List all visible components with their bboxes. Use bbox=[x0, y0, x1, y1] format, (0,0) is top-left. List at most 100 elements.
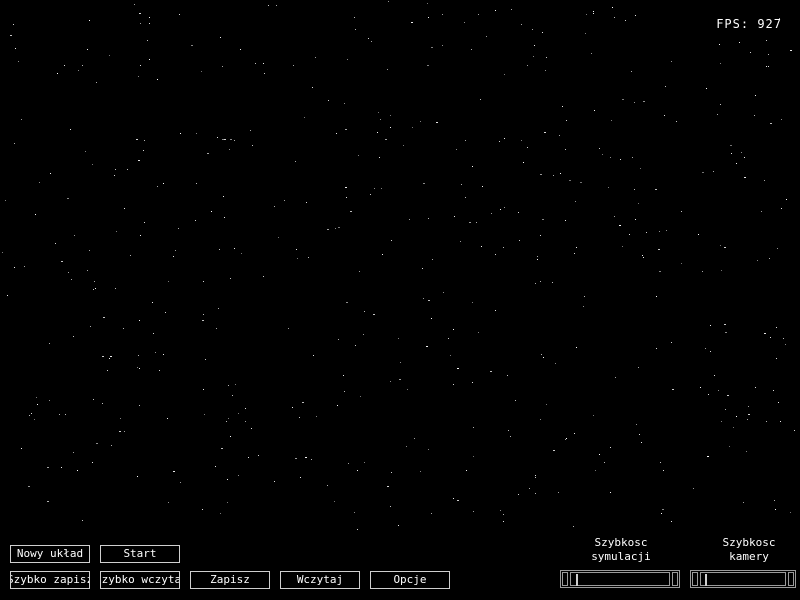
star bbox=[558, 492, 559, 493]
star bbox=[5, 200, 6, 201]
star bbox=[264, 73, 265, 74]
slider-decrease-cap[interactable] bbox=[692, 572, 698, 586]
star bbox=[615, 377, 616, 378]
star bbox=[518, 212, 519, 213]
star bbox=[541, 354, 542, 355]
star bbox=[727, 395, 729, 396]
star bbox=[511, 9, 512, 10]
star bbox=[552, 282, 553, 283]
start-button[interactable]: Start bbox=[100, 545, 180, 563]
star bbox=[676, 121, 677, 122]
slider-decrease-cap[interactable] bbox=[562, 572, 568, 586]
save-button[interactable]: Zapisz bbox=[190, 571, 270, 589]
star bbox=[140, 23, 141, 24]
star bbox=[595, 470, 596, 471]
load-button[interactable]: Wczytaj bbox=[280, 571, 360, 589]
star bbox=[750, 52, 751, 53]
star bbox=[241, 253, 242, 254]
slider-track[interactable] bbox=[700, 572, 786, 586]
star bbox=[527, 147, 528, 148]
star bbox=[681, 263, 682, 264]
star bbox=[139, 405, 140, 406]
star bbox=[736, 163, 737, 164]
slider-increase-cap[interactable] bbox=[672, 572, 678, 586]
star bbox=[478, 14, 479, 15]
star bbox=[179, 14, 180, 15]
star bbox=[721, 270, 722, 271]
slider-track[interactable] bbox=[570, 572, 670, 586]
star bbox=[157, 186, 158, 187]
star bbox=[204, 414, 205, 415]
star bbox=[15, 48, 16, 49]
star bbox=[456, 149, 457, 150]
star bbox=[180, 133, 181, 134]
star bbox=[123, 328, 124, 329]
star bbox=[385, 139, 387, 140]
star bbox=[300, 477, 301, 478]
star bbox=[464, 22, 465, 23]
star bbox=[635, 15, 636, 16]
star bbox=[553, 175, 554, 176]
star bbox=[643, 101, 645, 102]
star bbox=[780, 421, 781, 422]
star bbox=[114, 175, 115, 176]
star bbox=[504, 138, 505, 139]
star bbox=[755, 95, 756, 96]
star bbox=[390, 127, 391, 128]
star bbox=[428, 17, 429, 18]
starfield bbox=[2, 1, 795, 530]
star bbox=[705, 348, 706, 349]
star bbox=[768, 66, 769, 67]
star bbox=[357, 529, 358, 530]
star bbox=[610, 447, 611, 448]
star bbox=[535, 475, 536, 476]
slider-thumb[interactable] bbox=[705, 574, 707, 586]
star bbox=[55, 243, 56, 244]
star bbox=[34, 419, 35, 420]
star bbox=[24, 266, 25, 267]
star bbox=[411, 22, 413, 23]
star bbox=[304, 117, 305, 118]
quick-save-button[interactable]: Szybko zapisz bbox=[10, 571, 90, 589]
star bbox=[391, 240, 392, 241]
star bbox=[431, 47, 433, 48]
star bbox=[420, 121, 421, 122]
slider-thumb[interactable] bbox=[576, 574, 578, 586]
star bbox=[28, 486, 30, 487]
star bbox=[111, 445, 112, 446]
star bbox=[610, 492, 611, 493]
star bbox=[115, 288, 116, 289]
star bbox=[499, 141, 500, 142]
star bbox=[764, 180, 765, 181]
slider-increase-cap[interactable] bbox=[788, 572, 794, 586]
simulation-speed-slider[interactable] bbox=[560, 570, 680, 588]
star bbox=[143, 150, 144, 151]
star bbox=[614, 216, 615, 217]
star bbox=[90, 326, 91, 327]
star bbox=[426, 346, 428, 347]
star bbox=[453, 384, 454, 385]
star bbox=[87, 49, 88, 50]
quick-load-button[interactable]: Szybko wczytaj bbox=[100, 571, 180, 589]
star bbox=[646, 232, 647, 233]
star bbox=[295, 161, 296, 162]
star bbox=[460, 241, 461, 242]
star bbox=[729, 446, 730, 447]
star bbox=[510, 436, 511, 437]
star bbox=[96, 443, 98, 444]
star bbox=[515, 400, 516, 401]
star bbox=[461, 184, 462, 185]
star bbox=[632, 157, 633, 158]
star bbox=[93, 399, 94, 400]
new-system-button[interactable]: Nowy układ bbox=[10, 545, 90, 563]
star bbox=[507, 375, 508, 376]
star bbox=[593, 13, 594, 14]
options-button[interactable]: Opcje bbox=[370, 571, 450, 589]
star bbox=[168, 281, 169, 282]
star bbox=[49, 400, 50, 401]
star bbox=[710, 351, 711, 352]
star bbox=[124, 431, 125, 432]
star bbox=[743, 502, 744, 503]
simulation-viewport[interactable] bbox=[0, 0, 800, 600]
camera-speed-slider[interactable] bbox=[690, 570, 796, 588]
